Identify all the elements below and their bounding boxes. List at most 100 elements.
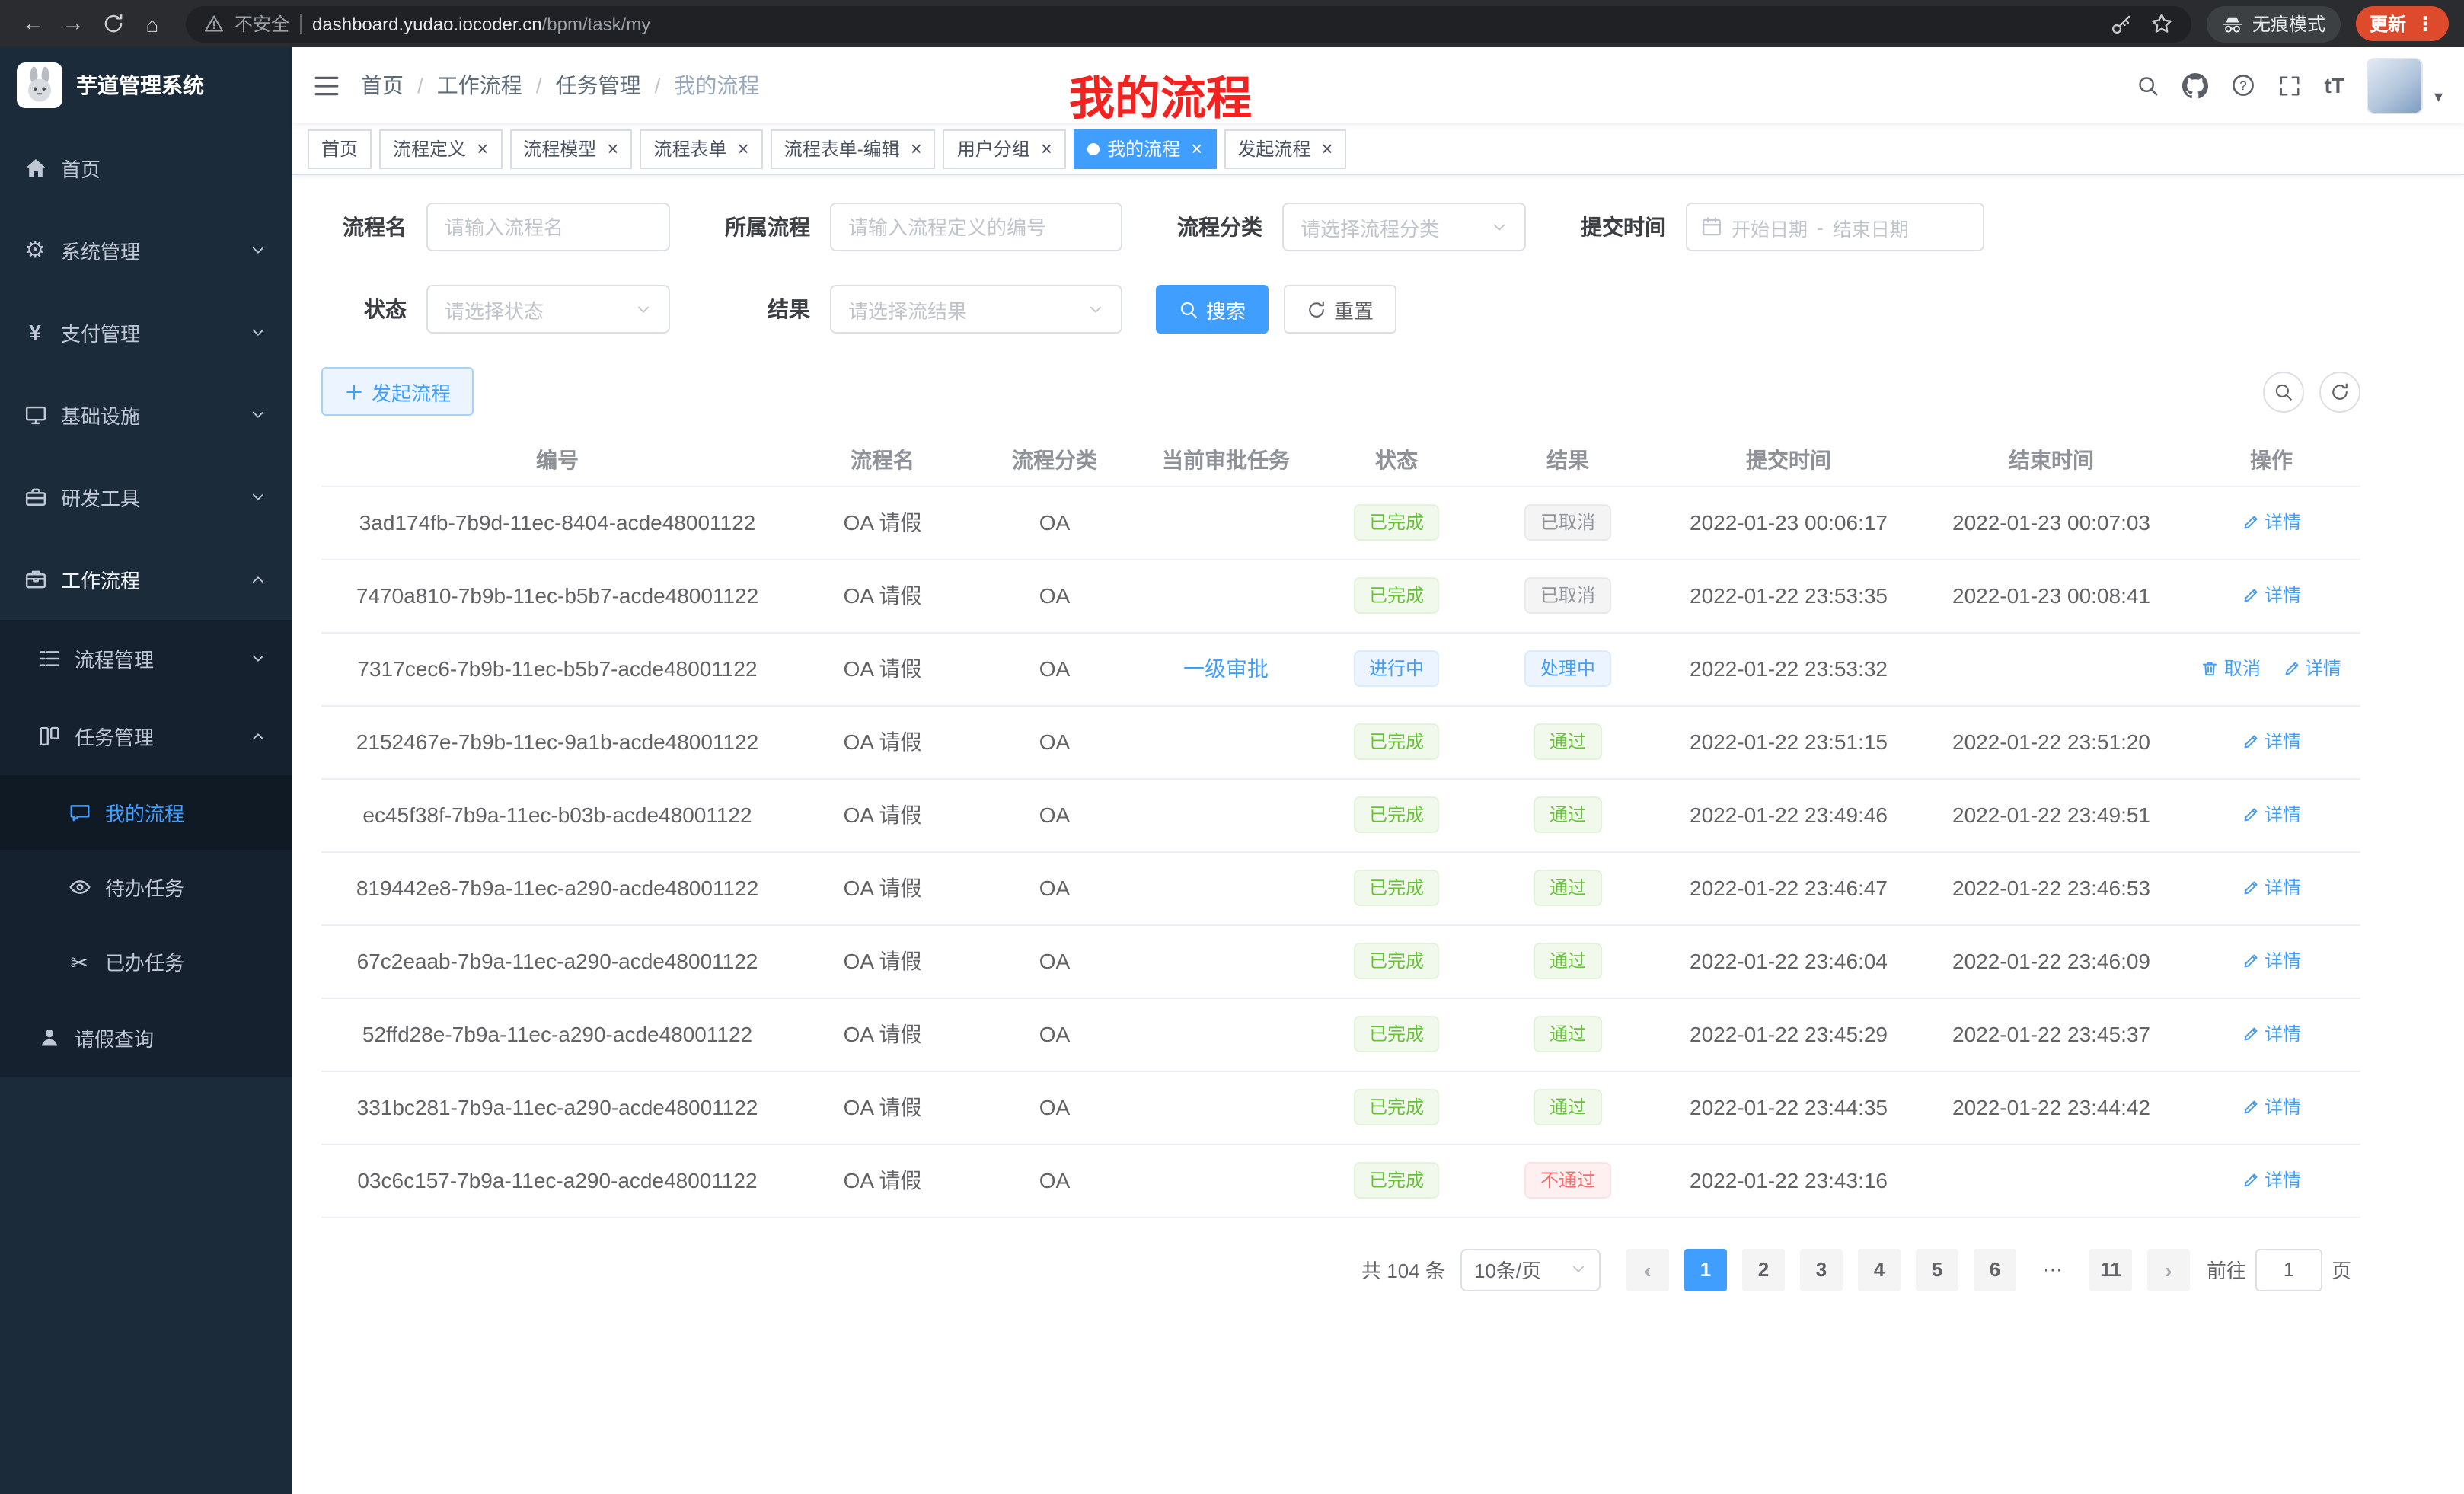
prev-page-button[interactable]: ‹ [1626,1248,1669,1291]
tab-process-form-edit[interactable]: 流程表单-编辑× [771,129,936,168]
sidebar-item-done-task[interactable]: ✂已办任务 [0,924,292,999]
edit-icon [2242,733,2260,751]
sidebar-item-leave-query[interactable]: 请假查询 [0,999,292,1077]
tab-process-model[interactable]: 流程模型× [509,129,632,168]
filter-label-category: 流程分类 [1156,212,1282,242]
detail-button[interactable]: 详情 [2242,583,2301,608]
hamburger-icon[interactable] [314,72,340,98]
tab-close-icon[interactable]: × [477,139,488,158]
page-button-11[interactable]: 11 [2089,1248,2132,1291]
process-name-input[interactable] [426,203,670,251]
cell-status: 已完成 [1314,486,1479,559]
tab-close-icon[interactable]: × [607,139,618,158]
tab-process-form[interactable]: 流程表单× [640,129,762,168]
sidebar-item-infrastructure[interactable]: 基础设施 [0,373,292,455]
breadcrumb-item[interactable]: 任务管理 [556,70,641,101]
sidebar-item-home[interactable]: 首页 [0,126,292,209]
detail-button[interactable]: 详情 [2242,1094,2301,1120]
tab-close-icon[interactable]: × [1191,139,1202,158]
password-key-icon[interactable] [2111,13,2132,34]
detail-button[interactable]: 详情 [2242,802,2301,828]
tab-close-icon[interactable]: × [1041,139,1052,158]
category-select[interactable]: 请选择流程分类 [1282,203,1526,251]
browser-home-icon[interactable]: ⌂ [134,5,171,42]
fullscreen-icon[interactable] [2279,74,2302,97]
tab-label: 流程定义 [393,136,466,161]
page-size-select[interactable]: 10条/页 [1460,1248,1601,1291]
column-header: 状态 [1314,434,1479,486]
tab-start-process[interactable]: 发起流程× [1224,129,1346,168]
page-button-4[interactable]: 4 [1858,1248,1901,1291]
reset-button[interactable]: 重置 [1284,285,1396,334]
result-select[interactable]: 请选择流结果 [830,285,1122,334]
bookmark-star-icon[interactable] [2150,12,2173,35]
sidebar-item-system[interactable]: ⚙系统管理 [0,209,292,291]
browser-back-icon[interactable]: ← [15,5,52,42]
yen-icon: ¥ [23,321,47,343]
sidebar-item-process-management[interactable]: 流程管理 [0,620,292,698]
breadcrumb-item[interactable]: 首页 [361,70,404,101]
logo-image [17,62,62,108]
chevron-down-icon[interactable]: ▾ [2434,86,2443,106]
status-select[interactable]: 请选择状态 [426,285,670,334]
tab-close-icon[interactable]: × [738,139,749,158]
detail-button[interactable]: 详情 [2242,1021,2301,1047]
help-icon[interactable]: ? [2232,73,2256,97]
cell-result: 不通过 [1479,1144,1657,1217]
font-size-icon[interactable]: tT [2325,73,2344,97]
page-button-6[interactable]: 6 [1974,1248,2016,1291]
page-ellipsis[interactable]: ⋯ [2032,1248,2074,1291]
detail-button[interactable]: 详情 [2242,729,2301,755]
browser-forward-icon[interactable]: → [55,5,91,42]
detail-button[interactable]: 详情 [2242,948,2301,974]
warning-icon [204,14,224,34]
start-process-button[interactable]: 发起流程 [321,367,474,416]
page-button-3[interactable]: 3 [1800,1248,1843,1291]
sidebar-item-dev-tools[interactable]: 研发工具 [0,455,292,538]
address-bar[interactable]: 不安全 dashboard.yudao.iocoder.cn/bpm/task/… [186,5,2191,42]
detail-button[interactable]: 详情 [2242,509,2301,535]
tab-close-icon[interactable]: × [911,139,922,158]
tab-user-group[interactable]: 用户分组× [943,129,1066,168]
detail-button[interactable]: 详情 [2242,1167,2301,1193]
sidebar-item-task-management[interactable]: 任务管理 [0,698,292,775]
tab-process-definition[interactable]: 流程定义 × [379,129,502,168]
browser-update-button[interactable]: 更新 ⋮ [2356,6,2449,41]
sidebar-item-payment[interactable]: ¥支付管理 [0,291,292,373]
menu-dots-icon[interactable]: ⋮ [2415,14,2435,34]
cancel-button[interactable]: 取消 [2201,656,2261,682]
result-badge: 已取消 [1525,504,1610,541]
goto-page-input[interactable] [2255,1248,2322,1291]
tab-home[interactable]: 首页 [308,129,372,168]
column-header: 编号 [321,434,793,486]
page-button-1[interactable]: 1 [1684,1248,1727,1291]
cell-process-id: 03c6c157-7b9a-11ec-a290-acde48001122 [321,1144,793,1217]
browser-reload-icon[interactable] [94,5,131,42]
tab-close-icon[interactable]: × [1321,139,1333,158]
refresh-table-button[interactable] [2319,371,2360,412]
toggle-search-button[interactable] [2263,371,2304,412]
process-definition-input[interactable] [830,203,1122,251]
cell-result: 处理中 [1479,632,1657,705]
column-header: 提交时间 [1657,434,1920,486]
page-button-2[interactable]: 2 [1742,1248,1785,1291]
sidebar-item-my-process[interactable]: 我的流程 [0,775,292,850]
submit-time-range-picker[interactable]: 开始日期 - 结束日期 [1686,203,1984,251]
search-button[interactable]: 搜索 [1156,285,1269,334]
detail-button[interactable]: 详情 [2282,656,2341,682]
search-icon[interactable] [2137,74,2160,97]
breadcrumb-item[interactable]: 工作流程 [437,70,522,101]
detail-button[interactable]: 详情 [2242,875,2301,901]
search-icon [2274,381,2293,401]
sidebar-item-workflow[interactable]: 工作流程 [0,538,292,620]
tab-my-process[interactable]: 我的流程× [1074,129,1216,168]
github-icon[interactable] [2183,72,2209,98]
app-title: 芋道管理系统 [76,70,204,101]
current-task-link[interactable]: 一级审批 [1183,656,1269,681]
sidebar-item-label: 流程管理 [75,644,154,673]
page-button-5[interactable]: 5 [1916,1248,1958,1291]
app-logo: 芋道管理系统 [0,47,292,123]
sidebar-item-todo-task[interactable]: 待办任务 [0,850,292,924]
avatar[interactable] [2367,57,2424,113]
next-page-button[interactable]: › [2147,1248,2190,1291]
